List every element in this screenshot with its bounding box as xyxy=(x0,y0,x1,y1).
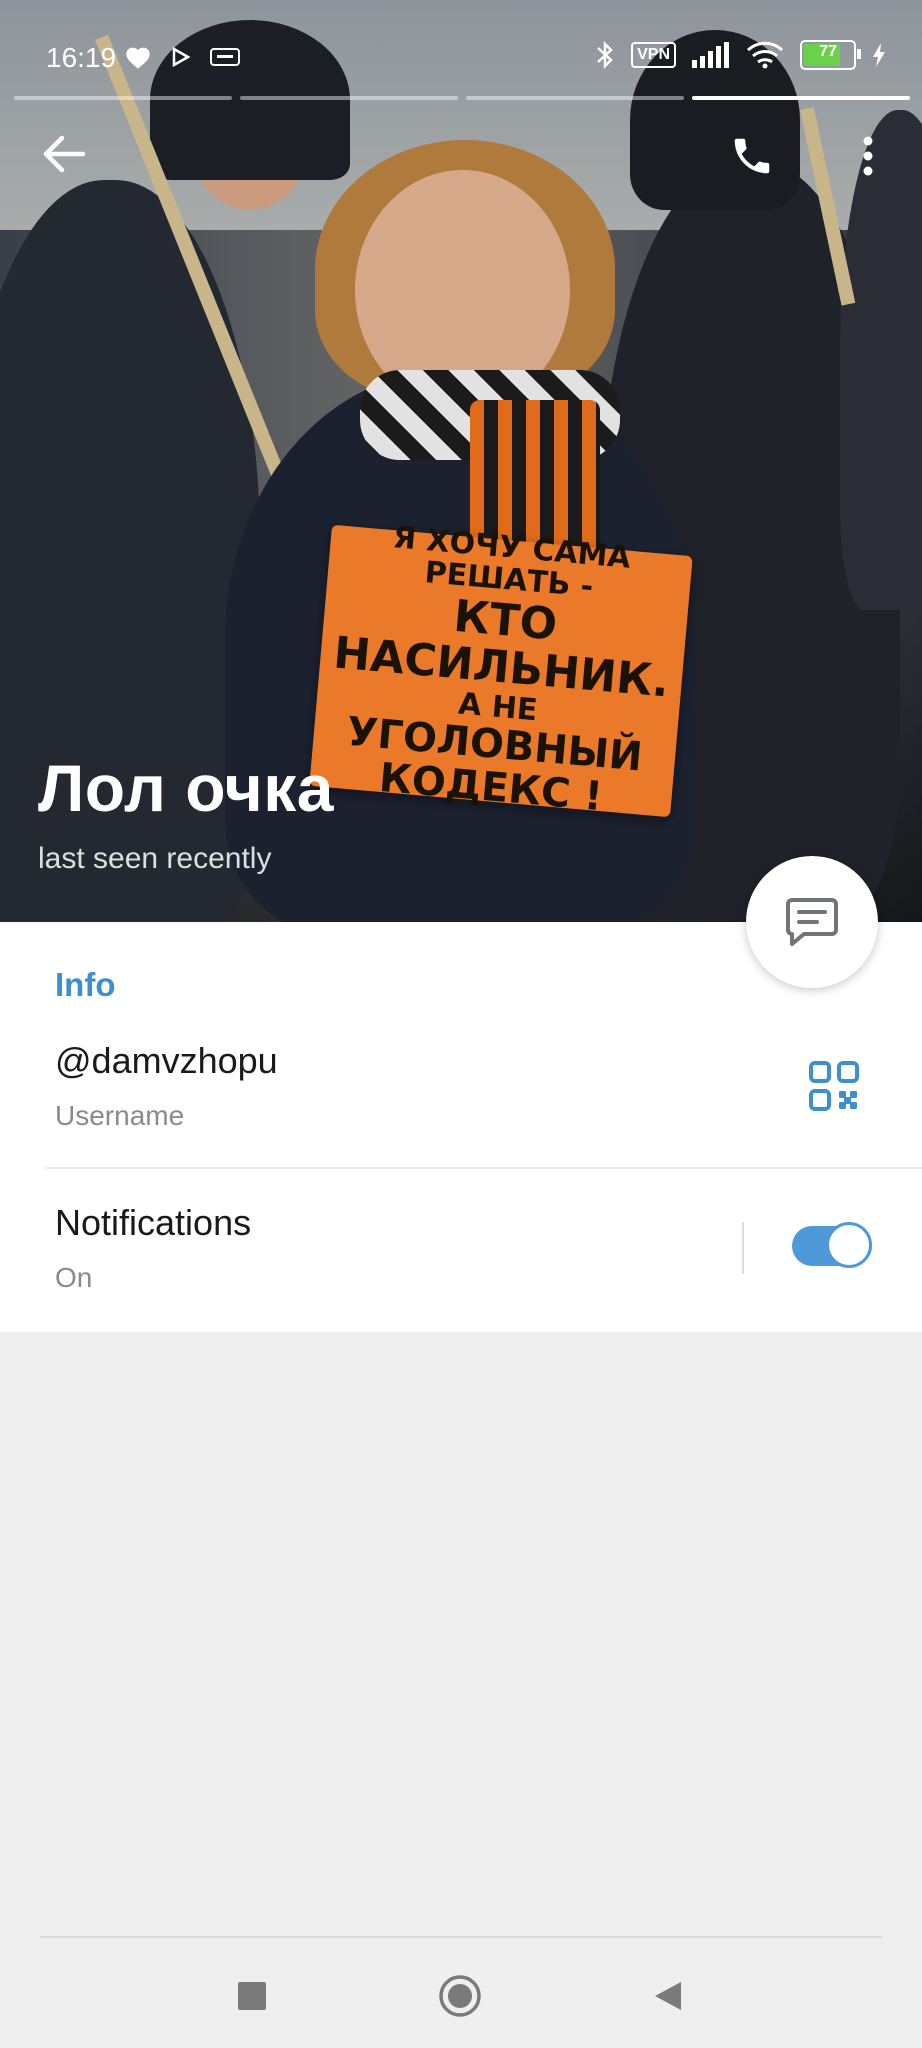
battery-icon: 77 xyxy=(800,40,861,70)
keyboard-icon xyxy=(210,48,240,66)
more-vertical-icon xyxy=(863,136,873,176)
profile-name: Лол очка xyxy=(38,751,334,825)
progress-segment-active xyxy=(692,96,910,100)
bluetooth-icon xyxy=(597,40,613,70)
username-value[interactable]: @damvzhopu xyxy=(55,1040,278,1082)
info-card: Info @damvzhopu Username Notifications O… xyxy=(0,922,922,1332)
home-circle-icon xyxy=(439,1975,481,2017)
notifications-separator xyxy=(742,1222,744,1274)
profile-last-seen: last seen recently xyxy=(38,842,272,875)
notifications-status: On xyxy=(55,1262,93,1293)
story-progress xyxy=(14,96,910,100)
username-label: Username xyxy=(55,1100,185,1131)
nav-back-button[interactable] xyxy=(638,1966,698,2026)
nav-home-button[interactable] xyxy=(430,1966,490,2026)
qr-code-button[interactable] xyxy=(808,1060,860,1112)
arrow-left-icon xyxy=(43,135,85,173)
nav-recents-button[interactable] xyxy=(222,1966,282,2026)
nav-bar-divider xyxy=(40,1936,882,1938)
status-right-icons: VPN 77 xyxy=(595,40,886,70)
progress-segment xyxy=(240,96,458,100)
section-divider xyxy=(46,1167,922,1169)
status-bar: 16:19 VPN 77 xyxy=(0,30,922,86)
send-message-button[interactable] xyxy=(746,856,878,988)
status-left-icons xyxy=(124,44,240,70)
notifications-label: Notifications xyxy=(55,1202,252,1243)
charging-icon xyxy=(873,43,885,67)
message-icon xyxy=(786,898,838,946)
progress-segment xyxy=(466,96,684,100)
wifi-icon xyxy=(746,41,784,69)
play-store-icon xyxy=(172,46,191,68)
qr-code-icon xyxy=(809,1061,859,1111)
phone-icon xyxy=(734,138,770,174)
toggle-knob xyxy=(826,1222,872,1268)
notifications-toggle[interactable] xyxy=(792,1222,872,1268)
more-options-button[interactable] xyxy=(848,124,888,188)
info-section-title: Info xyxy=(55,966,116,1003)
signal-icon xyxy=(692,42,729,68)
back-button[interactable] xyxy=(34,124,94,184)
battery-level: 77 xyxy=(819,43,837,60)
photo-protest-sign: Я ХОЧУ САМА РЕШАТЬ - КТО НАСИЛЬНИК. А НЕ… xyxy=(309,520,693,820)
vpn-badge: VPN xyxy=(631,42,676,68)
heart-icon xyxy=(126,47,150,69)
progress-segment xyxy=(14,96,232,100)
square-icon xyxy=(238,1982,266,2010)
triangle-back-icon xyxy=(655,1982,681,2010)
status-time: 16:19 xyxy=(46,42,117,73)
call-button[interactable] xyxy=(720,124,784,188)
